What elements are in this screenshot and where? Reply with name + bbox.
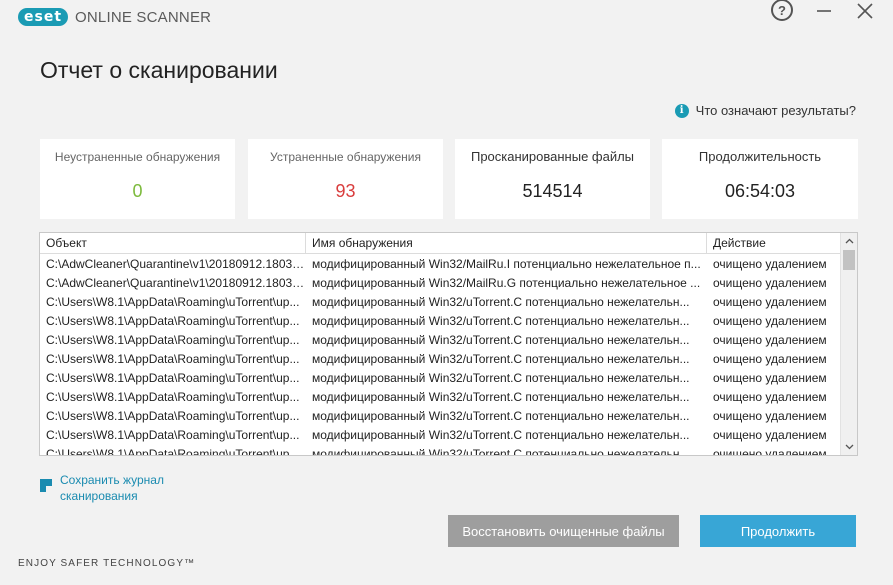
cell-object: C:\Users\W8.1\AppData\Roaming\uTorrent\u… bbox=[46, 352, 300, 366]
table-row[interactable]: C:\AdwCleaner\Quarantine\v1\20180912.180… bbox=[40, 254, 842, 273]
cell-detection-name: модифицированный Win32/uTorrent.C потенц… bbox=[312, 409, 690, 423]
cell-detection-name: модифицированный Win32/uTorrent.C потенц… bbox=[312, 428, 690, 442]
cell-detection-name: модифицированный Win32/uTorrent.C потенц… bbox=[312, 352, 690, 366]
stat-card-duration: Продолжительность 06:54:03 bbox=[662, 139, 858, 219]
results-help-link[interactable]: i Что означают результаты? bbox=[674, 103, 856, 118]
table-row[interactable]: C:\Users\W8.1\AppData\Roaming\uTorrent\u… bbox=[40, 368, 842, 387]
close-button[interactable] bbox=[851, 0, 879, 22]
cell-action: очищено удалением bbox=[713, 352, 827, 366]
table-scrollbar[interactable] bbox=[840, 233, 857, 455]
cell-detection-name: модифицированный Win32/MailRu.G потенциа… bbox=[312, 276, 701, 290]
save-log-label-line2: сканирования bbox=[60, 489, 138, 503]
product-name: ONLINE SCANNER bbox=[75, 8, 212, 26]
footer-tagline: ENJOY SAFER TECHNOLOGY™ bbox=[18, 558, 196, 569]
cell-object: C:\Users\W8.1\AppData\Roaming\uTorrent\u… bbox=[46, 409, 300, 423]
chevron-up-icon[interactable] bbox=[841, 233, 857, 249]
detections-table: Объект Имя обнаружения Действие C:\AdwCl… bbox=[39, 232, 858, 456]
table-body: C:\AdwCleaner\Quarantine\v1\20180912.180… bbox=[40, 254, 842, 456]
table-row[interactable]: C:\Users\W8.1\AppData\Roaming\uTorrent\u… bbox=[40, 387, 842, 406]
stat-value-duration: 06:54:03 bbox=[724, 181, 796, 201]
table-row[interactable]: C:\Users\W8.1\AppData\Roaming\uTorrent\u… bbox=[40, 444, 842, 456]
cell-detection-name: модифицированный Win32/uTorrent.C потенц… bbox=[312, 447, 690, 456]
cell-action: очищено удалением bbox=[713, 276, 827, 290]
stat-value-resolved: 93 bbox=[335, 181, 356, 201]
cell-action: очищено удалением bbox=[713, 409, 827, 423]
cell-action: очищено удалением bbox=[713, 257, 827, 271]
cell-object: C:\Users\W8.1\AppData\Roaming\uTorrent\u… bbox=[46, 314, 300, 328]
results-help-label: Что означают результаты? bbox=[695, 103, 856, 118]
close-icon bbox=[857, 3, 873, 19]
info-icon: i bbox=[674, 103, 689, 118]
table-row[interactable]: C:\AdwCleaner\Quarantine\v1\20180912.180… bbox=[40, 273, 842, 292]
cell-object: C:\Users\W8.1\AppData\Roaming\uTorrent\u… bbox=[46, 428, 300, 442]
save-log-icon bbox=[40, 479, 52, 492]
cell-detection-name: модифицированный Win32/uTorrent.C потенц… bbox=[312, 295, 690, 309]
cell-action: очищено удалением bbox=[713, 314, 827, 328]
table-row[interactable]: C:\Users\W8.1\AppData\Roaming\uTorrent\u… bbox=[40, 406, 842, 425]
scrollbar-thumb[interactable] bbox=[843, 250, 855, 270]
cell-action: очищено удалением bbox=[713, 428, 827, 442]
stat-label-duration: Продолжительность bbox=[698, 149, 822, 164]
cell-object: C:\Users\W8.1\AppData\Roaming\uTorrent\u… bbox=[46, 333, 300, 347]
cell-object: C:\Users\W8.1\AppData\Roaming\uTorrent\u… bbox=[46, 371, 300, 385]
cell-action: очищено удалением bbox=[713, 295, 827, 309]
stat-value-scanned-files: 514514 bbox=[522, 181, 583, 201]
restore-cleaned-files-button[interactable]: Восстановить очищенные файлы bbox=[448, 515, 679, 547]
cell-detection-name: модифицированный Win32/uTorrent.C потенц… bbox=[312, 390, 690, 404]
stat-card-resolved: Устраненные обнаружения 93 bbox=[248, 139, 443, 219]
chevron-down-icon[interactable] bbox=[841, 439, 857, 455]
save-scan-log-link[interactable]: Сохранить журнал сканирования bbox=[40, 472, 164, 504]
minimize-button[interactable] bbox=[810, 0, 838, 22]
cell-action: очищено удалением bbox=[713, 333, 827, 347]
stat-label-resolved: Устраненные обнаружения bbox=[270, 150, 421, 164]
page-title: Отчет о сканировании bbox=[40, 57, 278, 83]
column-header-object[interactable]: Объект bbox=[40, 233, 306, 253]
eset-logo: eset ONLINE SCANNER bbox=[18, 8, 211, 26]
cell-action: очищено удалением bbox=[713, 390, 827, 404]
cell-detection-name: модифицированный Win32/uTorrent.C потенц… bbox=[312, 333, 690, 347]
cell-detection-name: модифицированный Win32/uTorrent.C потенц… bbox=[312, 371, 690, 385]
table-header: Объект Имя обнаружения Действие bbox=[40, 233, 842, 254]
table-row[interactable]: C:\Users\W8.1\AppData\Roaming\uTorrent\u… bbox=[40, 292, 842, 311]
minimize-icon bbox=[817, 10, 831, 12]
help-button[interactable]: ? bbox=[768, 0, 796, 21]
cell-object: C:\Users\W8.1\AppData\Roaming\uTorrent\u… bbox=[46, 390, 300, 404]
continue-button[interactable]: Продолжить bbox=[700, 515, 856, 547]
stat-label-unresolved: Неустраненные обнаружения bbox=[54, 150, 221, 164]
stat-value-unresolved: 0 bbox=[132, 181, 143, 201]
cell-action: очищено удалением bbox=[713, 447, 827, 456]
cell-object: C:\AdwCleaner\Quarantine\v1\20180912.180… bbox=[46, 276, 306, 290]
table-row[interactable]: C:\Users\W8.1\AppData\Roaming\uTorrent\u… bbox=[40, 425, 842, 444]
stat-card-scanned-files: Просканированные файлы 514514 bbox=[455, 139, 650, 219]
stat-card-unresolved: Неустраненные обнаружения 0 bbox=[40, 139, 235, 219]
table-row[interactable]: C:\Users\W8.1\AppData\Roaming\uTorrent\u… bbox=[40, 330, 842, 349]
cell-detection-name: модифицированный Win32/uTorrent.C потенц… bbox=[312, 314, 690, 328]
column-header-action[interactable]: Действие bbox=[707, 233, 842, 253]
cell-action: очищено удалением bbox=[713, 371, 827, 385]
cell-object: C:\Users\W8.1\AppData\Roaming\uTorrent\u… bbox=[46, 295, 300, 309]
cell-detection-name: модифицированный Win32/MailRu.I потенциа… bbox=[312, 257, 701, 271]
table-row[interactable]: C:\Users\W8.1\AppData\Roaming\uTorrent\u… bbox=[40, 311, 842, 330]
table-row[interactable]: C:\Users\W8.1\AppData\Roaming\uTorrent\u… bbox=[40, 349, 842, 368]
help-circle-icon: ? bbox=[771, 0, 793, 21]
column-header-detection-name[interactable]: Имя обнаружения bbox=[306, 233, 707, 253]
cell-object: C:\AdwCleaner\Quarantine\v1\20180912.180… bbox=[46, 257, 306, 271]
cell-object: C:\Users\W8.1\AppData\Roaming\uTorrent\u… bbox=[46, 447, 300, 456]
save-log-label-line1: Сохранить журнал bbox=[60, 473, 164, 487]
eset-logo-badge: eset bbox=[18, 8, 69, 26]
stat-label-scanned-files: Просканированные файлы bbox=[470, 149, 635, 164]
